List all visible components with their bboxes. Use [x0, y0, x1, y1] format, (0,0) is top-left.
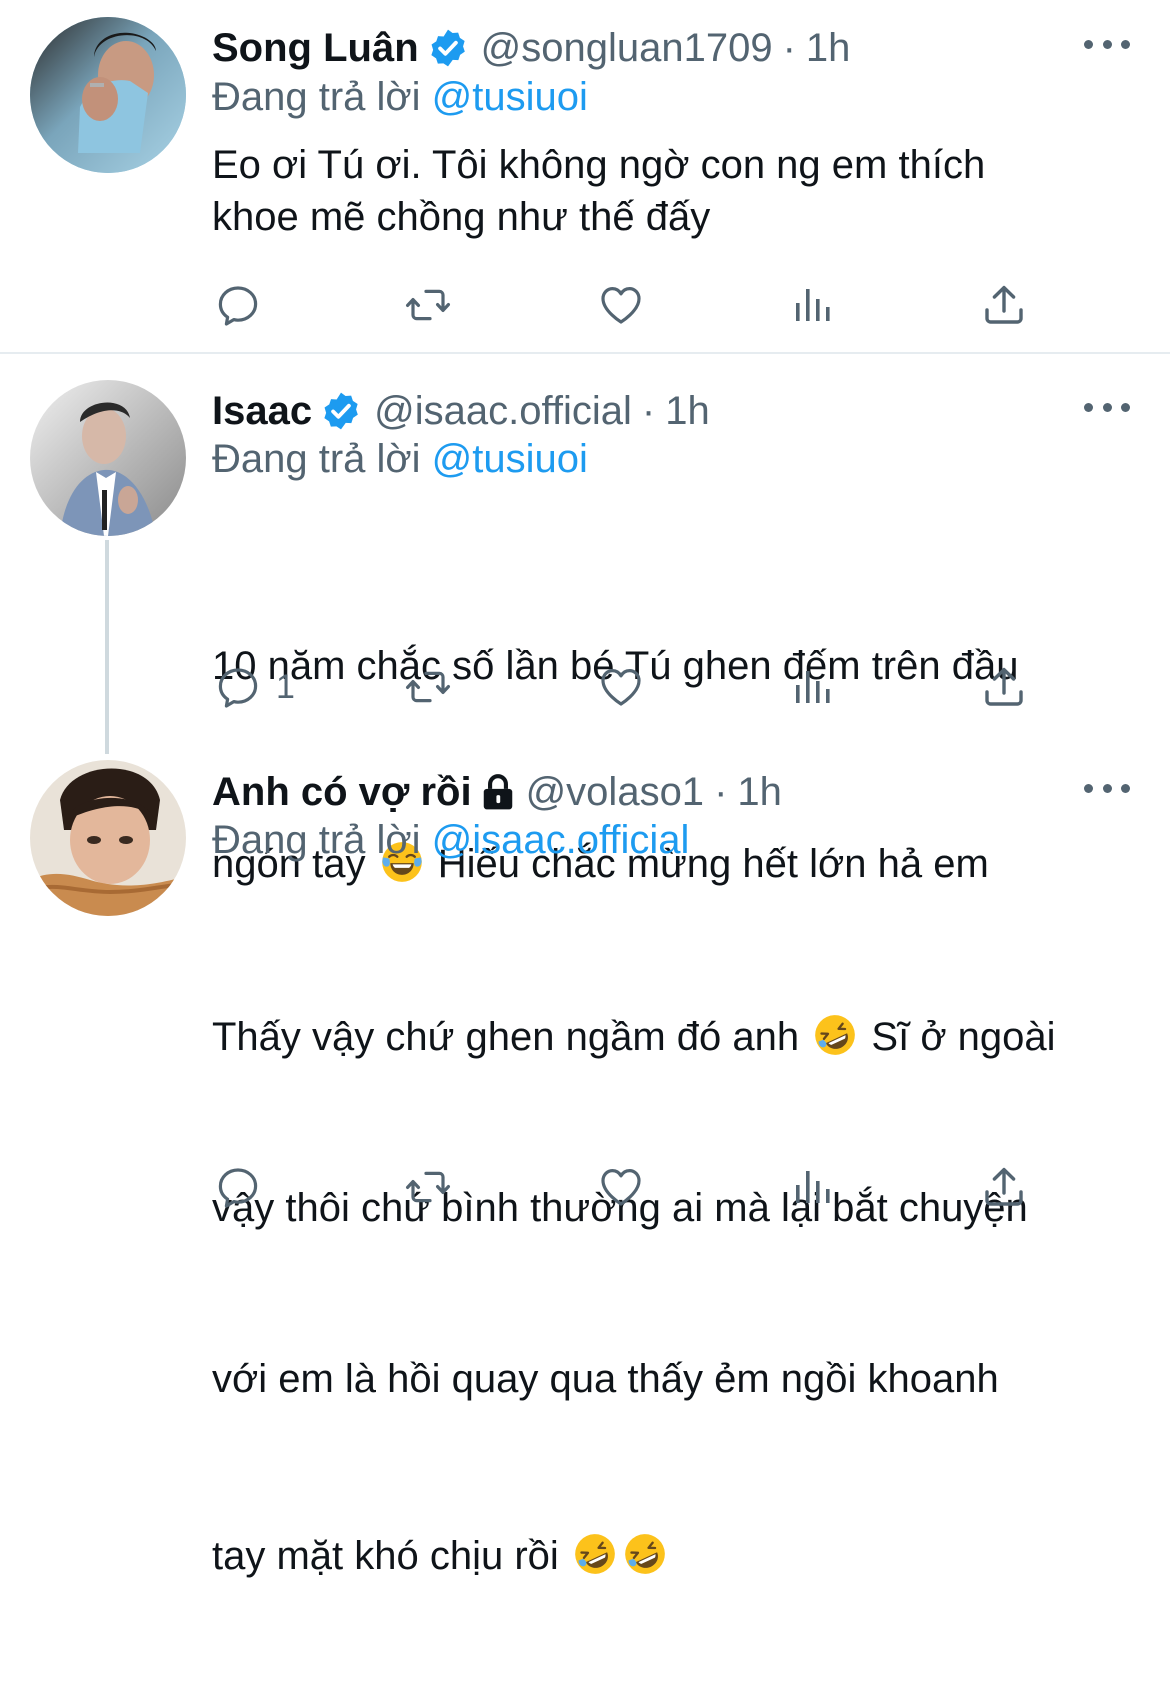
timestamp[interactable]: 1h	[806, 23, 851, 73]
timestamp[interactable]: 1h	[665, 386, 710, 436]
tweet-actions	[0, 1157, 1170, 1217]
replying-to-label: Đang trả lời	[212, 437, 421, 481]
display-name[interactable]: Isaac	[212, 386, 312, 436]
like-button[interactable]	[597, 657, 645, 717]
replying-to: Đang trả lời @isaac.official	[212, 815, 689, 865]
avatar[interactable]	[30, 380, 186, 536]
share-icon	[980, 281, 1028, 329]
separator-dot: ·	[641, 389, 656, 433]
separator-dot: ·	[782, 26, 796, 70]
analytics-button[interactable]	[788, 657, 836, 717]
share-button[interactable]	[980, 275, 1028, 335]
share-icon	[980, 1163, 1028, 1211]
reply-icon	[214, 281, 262, 329]
more-icon[interactable]	[1084, 778, 1130, 798]
retweet-button[interactable]	[404, 1157, 452, 1217]
retweet-button[interactable]	[404, 657, 452, 717]
more-icon[interactable]	[1084, 397, 1130, 417]
analytics-button[interactable]	[788, 1157, 836, 1217]
retweet-icon	[404, 281, 452, 329]
reply-button[interactable]	[214, 1157, 262, 1217]
verified-badge-icon	[320, 390, 362, 432]
tweet-header: Song Luân @songluan1709 · 1h	[212, 23, 1050, 73]
verified-badge-icon	[427, 27, 469, 69]
replying-to-label: Đang trả lời	[212, 75, 421, 119]
tweet-actions: 1	[0, 657, 1170, 717]
share-button[interactable]	[980, 657, 1028, 717]
rolling-on-the-floor-laughing-icon	[814, 1014, 856, 1056]
tweet-text-line: Thấy vậy chứ ghen ngầm đó anh Sĩ ở ngoài	[212, 1009, 1132, 1066]
tweet-text: Eo ơi Tú ơi. Tôi không ngờ con ng em thí…	[212, 143, 986, 239]
handle[interactable]: @isaac.official	[374, 386, 632, 436]
retweet-icon	[404, 1163, 452, 1211]
analytics-icon	[788, 663, 836, 711]
tweet-anh-co-vo-roi[interactable]: Anh có vợ rồi @volaso1 · 1h Đang trả lời…	[0, 754, 1170, 1578]
replying-to: Đang trả lời @tusiuoi	[212, 72, 588, 122]
analytics-icon	[788, 281, 836, 329]
retweet-button[interactable]	[404, 275, 452, 335]
analytics-button[interactable]	[788, 275, 836, 335]
tweet-text-line: với em là hồi quay qua thấy ẻm ngồi khoa…	[212, 1357, 999, 1401]
display-name[interactable]: Anh có vợ rồi	[212, 767, 472, 817]
reply-button[interactable]: 1	[214, 657, 295, 717]
reply-icon	[214, 663, 262, 711]
reply-button[interactable]	[214, 275, 262, 335]
lock-icon	[482, 773, 514, 811]
like-icon	[597, 1163, 645, 1211]
mention-link[interactable]: @isaac.official	[432, 818, 690, 862]
tweet-header: Anh có vợ rồi @volaso1 · 1h	[212, 767, 1050, 817]
mention-link[interactable]: @tusiuoi	[432, 437, 588, 481]
share-icon	[980, 663, 1028, 711]
replying-to-label: Đang trả lời	[212, 818, 421, 862]
mention-link[interactable]: @tusiuoi	[432, 75, 588, 119]
like-button[interactable]	[597, 1157, 645, 1217]
replying-to: Đang trả lời @tusiuoi	[212, 434, 588, 484]
tweet-isaac[interactable]: Isaac @isaac.official · 1h Đang trả lời …	[0, 354, 1170, 886]
tweet-song-luan[interactable]: Song Luân @songluan1709 · 1h Đang trả lờ…	[0, 0, 1170, 352]
share-button[interactable]	[980, 1157, 1028, 1217]
analytics-icon	[788, 1163, 836, 1211]
tweet-text: Thấy vậy chứ ghen ngầm đó anh Sĩ ở ngoài…	[212, 895, 1132, 1699]
tweet-header: Isaac @isaac.official · 1h	[212, 386, 1050, 436]
separator-dot: ·	[714, 770, 728, 814]
more-icon[interactable]	[1084, 34, 1130, 54]
retweet-icon	[404, 663, 452, 711]
timestamp[interactable]: 1h	[737, 767, 782, 817]
handle[interactable]: @volaso1	[526, 767, 704, 817]
rolling-on-the-floor-laughing-icon	[624, 1533, 666, 1575]
like-icon	[597, 663, 645, 711]
reply-count: 1	[276, 667, 295, 706]
thread-line	[105, 540, 109, 754]
like-button[interactable]	[597, 275, 645, 335]
tweet-text-line: tay mặt khó chịu rồi	[212, 1528, 1132, 1585]
handle[interactable]: @songluan1709	[481, 23, 773, 73]
avatar[interactable]	[30, 760, 186, 916]
like-icon	[597, 281, 645, 329]
tweet-actions	[0, 275, 1170, 335]
display-name[interactable]: Song Luân	[212, 23, 419, 73]
reply-icon	[214, 1163, 262, 1211]
rolling-on-the-floor-laughing-icon	[574, 1533, 616, 1575]
avatar[interactable]	[30, 17, 186, 173]
